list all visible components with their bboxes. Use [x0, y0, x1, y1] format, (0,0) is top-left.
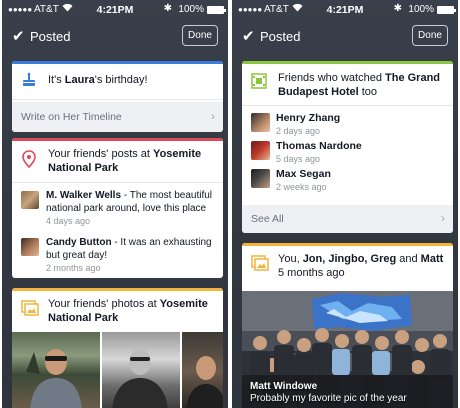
post-time: 4 days ago: [46, 216, 91, 226]
avatar: [21, 191, 39, 209]
top-bar: ✔ Posted Done: [2, 24, 228, 50]
checkmark-icon: ✔: [242, 28, 255, 45]
group-title-last[interactable]: Matt: [421, 253, 444, 265]
done-button[interactable]: Done: [412, 25, 448, 46]
photos-title-pre: Your friends' photos at: [48, 298, 160, 310]
caption-text: Probably my favorite pic of the year: [250, 393, 407, 404]
birthday-pre: It's: [48, 74, 65, 86]
post-item[interactable]: Candy Button - It was an exhausting but …: [12, 230, 223, 274]
friend-time: 2 weeks ago: [276, 182, 327, 192]
group-header: You, Jon, Jingbo, Greg and Matt 5 months…: [242, 243, 453, 287]
friends-posts-card: Your friends' posts at Yosemite National…: [12, 138, 223, 278]
chevron-right-icon: ›: [441, 211, 445, 225]
status-bar: ●●●●● AT&T 4:21PM ✱ 100%: [232, 0, 458, 20]
write-timeline-label: Write on Her Timeline: [21, 111, 122, 123]
group-title-and: and: [396, 253, 421, 265]
friend-name[interactable]: Henry Zhang: [276, 112, 340, 124]
photo-strip: [12, 332, 223, 408]
done-button[interactable]: Done: [182, 25, 218, 46]
friend-row[interactable]: Henry Zhang 2 days ago: [242, 108, 453, 136]
birthday-card: It's Laura's birthday! Write on Her Time…: [12, 61, 223, 132]
birthday-header: It's Laura's birthday!: [12, 61, 223, 99]
post-author[interactable]: M. Walker Wells: [46, 190, 121, 201]
status-bar: ●●●●● AT&T 4:21PM ✱ 100%: [2, 0, 228, 20]
posted-label: Posted: [260, 29, 301, 44]
post-item[interactable]: M. Walker Wells - The most beautiful nat…: [12, 183, 223, 230]
posts-header: Your friends' posts at Yosemite National…: [12, 138, 223, 182]
photo-thumbnail[interactable]: [12, 332, 100, 408]
friends-photos-card: Your friends' photos at Yosemite Nationa…: [12, 288, 223, 408]
birthday-post: 's birthday!: [94, 74, 148, 86]
photos-icon: [251, 255, 269, 271]
see-all-button[interactable]: See All ›: [242, 205, 453, 233]
photo-thumbnail[interactable]: [102, 332, 180, 408]
group-title-pre: You,: [278, 253, 303, 265]
avatar: [251, 113, 270, 132]
avatar: [21, 238, 39, 256]
battery-icon: [437, 6, 456, 14]
photos-icon: [21, 300, 39, 316]
photo-caption: Matt Windowe Probably my favorite pic of…: [250, 381, 407, 405]
movie-header: Friends who watched The Grand Budapest H…: [242, 61, 453, 105]
movie-title-post: too: [358, 86, 378, 98]
map-pin-icon: [21, 150, 37, 169]
posts-title-pre: Your friends' posts at: [48, 148, 154, 160]
friend-row[interactable]: Thomas Nardone 5 days ago: [242, 136, 453, 164]
battery-icon: [207, 6, 226, 14]
divider: [12, 99, 223, 100]
battery-percent: 100%: [408, 4, 434, 15]
write-timeline-button[interactable]: Write on Her Timeline ›: [12, 102, 223, 132]
friend-name[interactable]: Max Segan: [276, 168, 331, 180]
caption-author[interactable]: Matt Windowe: [250, 381, 317, 392]
bluetooth-icon: ✱: [393, 3, 402, 14]
film-icon: [251, 73, 267, 89]
movie-title-pre: Friends who watched: [278, 72, 385, 84]
birthday-name[interactable]: Laura: [65, 74, 95, 86]
posted-label: Posted: [30, 29, 71, 44]
friend-row[interactable]: Max Segan 2 weeks ago: [242, 164, 453, 192]
top-bar: ✔ Posted Done: [232, 24, 458, 50]
group-photo[interactable]: Matt Windowe Probably my favorite pic of…: [242, 291, 453, 408]
group-title-names[interactable]: Jon, Jingbo, Greg: [303, 253, 397, 265]
battery-percent: 100%: [178, 4, 204, 15]
friend-time: 5 days ago: [276, 154, 321, 164]
avatar: [251, 169, 270, 188]
bluetooth-icon: ✱: [163, 3, 172, 14]
group-photo-card: You, Jon, Jingbo, Greg and Matt 5 months…: [242, 243, 453, 408]
group-time: 5 months ago: [278, 267, 345, 279]
movie-friends-card: Friends who watched The Grand Budapest H…: [242, 61, 453, 233]
photos-header: Your friends' photos at Yosemite Nationa…: [12, 288, 223, 331]
left-phone-screen: ●●●●● AT&T 4:21PM ✱ 100% ✔ Posted Done I…: [2, 0, 228, 408]
chevron-right-icon: ›: [211, 109, 215, 123]
friend-time: 2 days ago: [276, 126, 321, 136]
avatar: [251, 141, 270, 160]
post-author[interactable]: Candy Button: [46, 237, 112, 248]
photo-thumbnail[interactable]: [182, 332, 223, 408]
checkmark-icon: ✔: [12, 28, 25, 45]
friend-name[interactable]: Thomas Nardone: [276, 140, 362, 152]
see-all-label: See All: [251, 213, 284, 225]
divider: [242, 105, 453, 106]
post-time: 2 months ago: [46, 263, 101, 273]
right-phone-screen: ●●●●● AT&T 4:21PM ✱ 100% ✔ Posted Done F…: [232, 0, 458, 408]
cake-icon: [21, 72, 37, 88]
